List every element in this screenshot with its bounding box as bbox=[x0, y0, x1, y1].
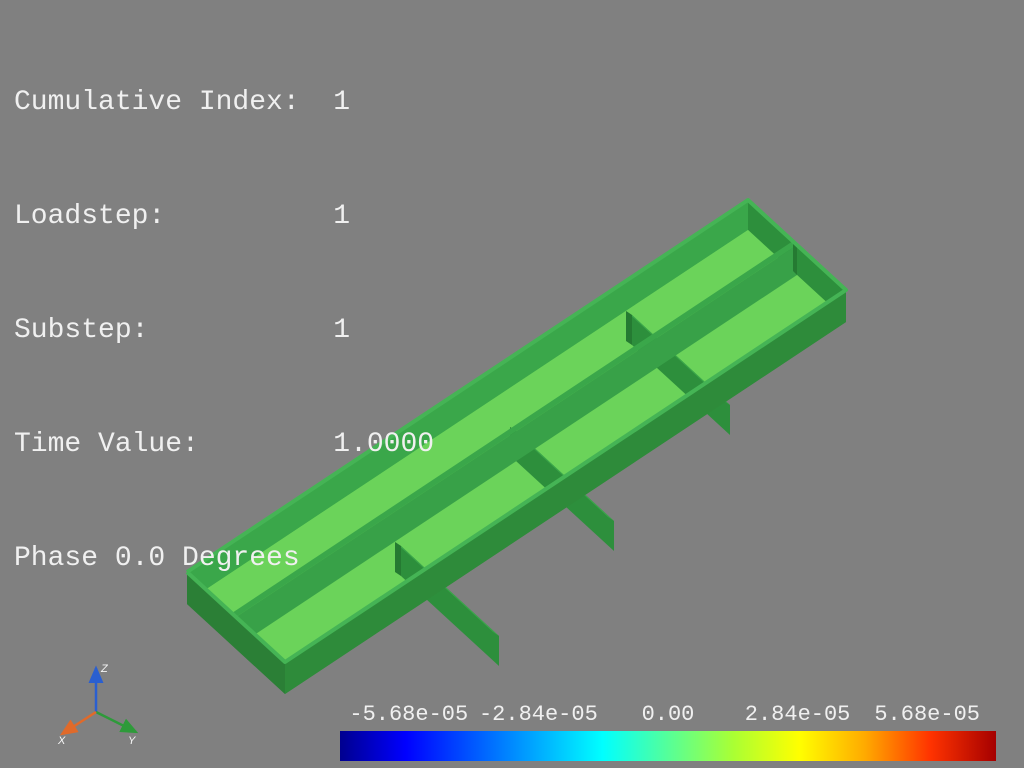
info-value-cumulative: 1 bbox=[333, 87, 350, 118]
info-label-loadstep: Loadstep: bbox=[14, 201, 333, 232]
info-value-time: 1.0000 bbox=[333, 429, 434, 460]
partition-transverse-1 bbox=[626, 311, 730, 435]
viewport[interactable]: Cumulative Index: 1 Loadstep: 1 Substep:… bbox=[0, 0, 1024, 768]
colorbar-tick-0: -5.68e-05 bbox=[344, 702, 474, 727]
colorbar-tick-3: 2.84e-05 bbox=[733, 702, 863, 727]
info-label-substep: Substep: bbox=[14, 315, 333, 346]
axis-label-y: Y bbox=[128, 735, 136, 747]
axis-y bbox=[96, 712, 136, 732]
colorbar-gradient bbox=[340, 731, 996, 761]
axis-x bbox=[62, 712, 96, 734]
colorbar-ticks: -5.68e-05 -2.84e-05 0.00 2.84e-05 5.68e-… bbox=[340, 702, 996, 731]
info-label-phase: Phase 0.0 Degrees bbox=[14, 543, 300, 574]
info-label-time: Time Value: bbox=[14, 429, 333, 460]
info-value-substep: 1 bbox=[333, 315, 350, 346]
info-overlay: Cumulative Index: 1 Loadstep: 1 Substep:… bbox=[14, 8, 434, 654]
colorbar-tick-4: 5.68e-05 bbox=[862, 702, 992, 727]
colorbar-tick-1: -2.84e-05 bbox=[474, 702, 604, 727]
info-label-cumulative: Cumulative Index: bbox=[14, 87, 333, 118]
partition-transverse-2 bbox=[510, 427, 614, 551]
axis-triad: Z Y X bbox=[56, 662, 156, 746]
colorbar: -5.68e-05 -2.84e-05 0.00 2.84e-05 5.68e-… bbox=[340, 702, 996, 761]
info-value-loadstep: 1 bbox=[333, 201, 350, 232]
rim-inner-back bbox=[748, 200, 846, 320]
axis-label-x: X bbox=[57, 735, 66, 747]
colorbar-tick-2: 0.00 bbox=[603, 702, 733, 727]
outer-wall-right bbox=[748, 200, 846, 322]
axis-label-z: Z bbox=[100, 663, 109, 675]
